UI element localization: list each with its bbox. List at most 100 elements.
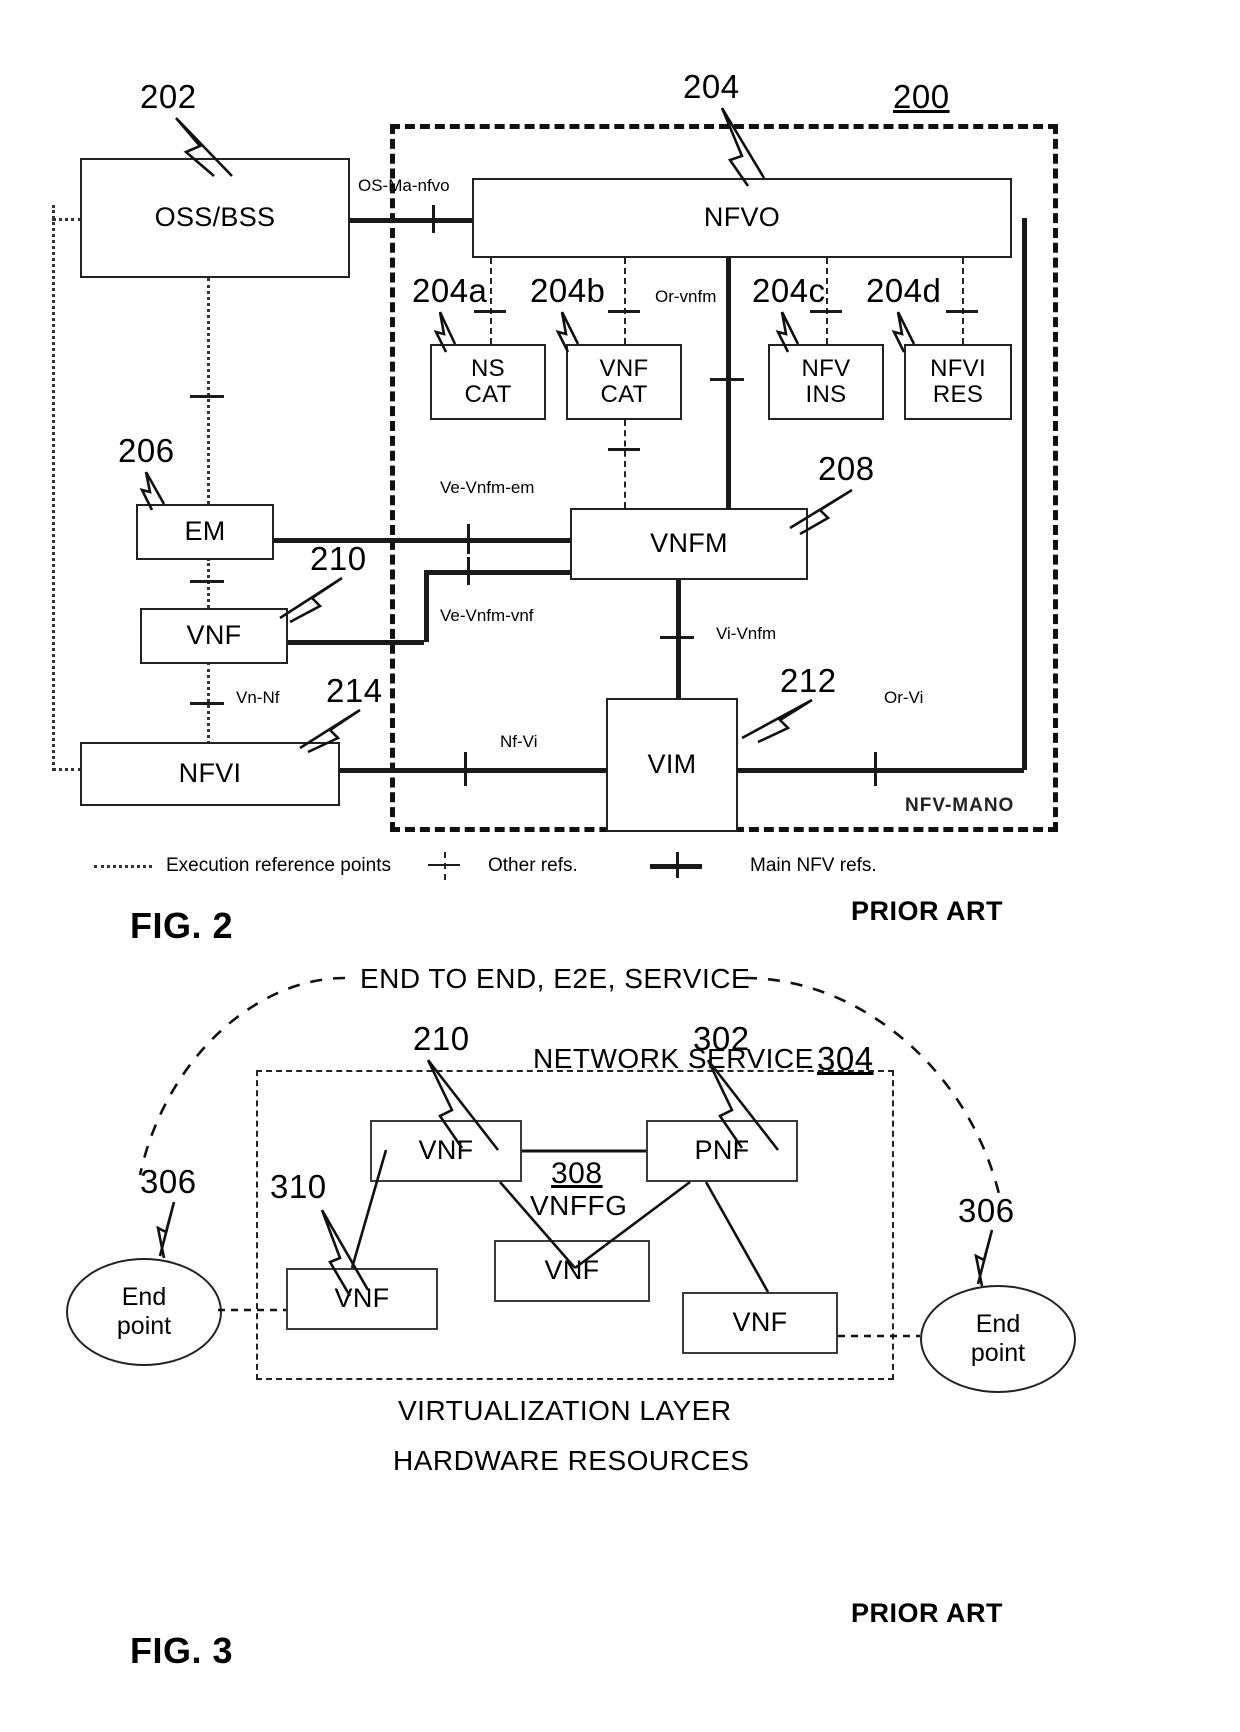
legend-label-other: Other refs. [488,855,578,876]
endpoint-right-line1: End [975,1310,1021,1339]
numeral-204b: 204b [530,272,606,309]
tick-nfvi-res [946,310,978,313]
label-vn-nf: Vn-Nf [236,688,280,707]
numeral-212: 212 [780,662,837,699]
line-or-vi-v [1022,218,1027,770]
tick-vnf-cat-vnfm [608,448,640,451]
line-exec-to-nfvi [52,768,82,771]
box-vnf-mid[interactable]: VNF [494,1240,650,1302]
tick-nf-vi [464,752,467,786]
figure-2-caption: FIG. 2 [130,905,234,946]
leader-306-left [156,1201,176,1259]
box-nfvi-label: NFVI [178,758,242,789]
legend-label-execution: Execution reference points [166,855,391,876]
numeral-310: 310 [270,1168,327,1205]
system-numeral-200: 200 [893,78,950,115]
numeral-204c: 204c [752,272,826,309]
box-em[interactable]: EM [136,504,274,560]
box-vnf-top[interactable]: VNF [370,1120,522,1182]
line-os-ma-nfvo [348,218,478,223]
hardware-resources-label: HARDWARE RESOURCES [393,1445,750,1476]
figure-2-prior-art: PRIOR ART [851,896,1003,926]
legend-swatch-other-v [444,852,446,880]
legend-swatch-execution [94,865,152,868]
line-nfvo-to-nfv-ins [826,258,828,344]
vnffg-label: VNFFG [530,1190,628,1221]
box-oss-bss[interactable]: OSS/BSS [80,158,350,278]
box-vnfm[interactable]: VNFM [570,508,808,580]
label-or-vi: Or-Vi [884,688,924,707]
line-exec-left-bus [52,205,55,765]
line-ve-vnfm-vnf-h [286,640,424,645]
numeral-202: 202 [140,78,197,115]
box-vnf-mid-label: VNF [544,1255,600,1286]
box-vnf-bottom-right-label: VNF [732,1307,788,1338]
line-vi-vnfm [676,578,681,700]
box-ns-catalogue[interactable]: NS CAT [430,344,546,420]
endpoint-left-line1: End [121,1283,167,1312]
box-vnf-catalogue[interactable]: VNF CAT [566,344,682,420]
endpoint-right-line2: point [970,1339,1026,1367]
box-nfvi-resources-line2: RES [932,381,984,408]
numeral-214: 214 [326,672,383,709]
numeral-204: 204 [683,68,740,105]
numeral-204d: 204d [866,272,942,309]
legend-label-main: Main NFV refs. [750,855,877,876]
box-vnf-bottom-left[interactable]: VNF [286,1268,438,1330]
line-nf-vi [338,768,608,773]
box-vnfm-label: VNFM [650,528,728,559]
line-ossbss-to-em [207,278,210,504]
numeral-206: 206 [118,432,175,469]
box-vnf-top-label: VNF [418,1135,474,1166]
box-vim[interactable]: VIM [606,698,738,832]
tick-nfv-ins [810,310,842,313]
nfv-mano-label: NFV-MANO [905,795,1015,816]
box-vnf-bottom-left-label: VNF [334,1283,390,1314]
box-vim-label: VIM [647,749,697,780]
numeral-210-fig3: 210 [413,1020,470,1057]
tick-os-ma-nfvo [432,205,435,233]
box-vnf-label: VNF [186,620,242,651]
label-vi-vnfm: Vi-Vnfm [716,624,777,643]
box-pnf[interactable]: PNF [646,1120,798,1182]
tick-ns-cat [474,310,506,313]
box-vnf-catalogue-line2: CAT [600,381,648,408]
endpoint-right[interactable]: End point [920,1285,1076,1393]
box-vnf[interactable]: VNF [140,608,288,664]
box-nfv-instances[interactable]: NFV INS [768,344,884,420]
box-nfvo-label: NFVO [703,202,781,233]
label-nf-vi: Nf-Vi [500,732,538,751]
tick-or-vnfm [710,378,744,381]
numeral-210: 210 [310,540,367,577]
box-nfvi-resources-line1: NFVI [930,354,986,382]
box-em-label: EM [184,516,226,547]
label-ve-vnfm-em: Ve-Vnfm-em [440,478,535,497]
box-vnf-bottom-right[interactable]: VNF [682,1292,838,1354]
numeral-306-right: 306 [958,1192,1015,1229]
box-nfv-instances-line2: INS [805,381,847,408]
line-vnf-cat-to-vnfm [624,420,626,508]
tick-ossbss-em [190,395,224,398]
endpoint-left[interactable]: End point [66,1258,222,1366]
leader-210 [279,576,343,624]
line-nfvo-to-ns-cat [490,258,492,344]
vnffg-numeral: 308 [551,1157,603,1190]
legend-swatch-main-tick [676,852,679,878]
tick-em-vnf [190,580,224,583]
box-nfvi-resources[interactable]: NFVI RES [904,344,1012,420]
e2e-service-title: END TO END, E2E, SERVICE [360,963,751,994]
virtualization-layer-label: VIRTUALIZATION LAYER [398,1395,732,1426]
box-nfvi[interactable]: NFVI [80,742,340,806]
box-oss-bss-label: OSS/BSS [154,202,276,233]
box-ns-catalogue-line1: NS [471,354,505,382]
box-nfvo[interactable]: NFVO [472,178,1012,258]
leader-306-right [974,1229,994,1287]
numeral-204a: 204a [412,272,488,309]
box-pnf-label: PNF [694,1135,750,1166]
line-ve-vnfm-vnf-h2 [424,570,572,575]
label-or-vnfm: Or-vnfm [655,287,717,306]
tick-vnf-cat [608,310,640,313]
line-ve-vnfm-vnf-v [424,570,429,642]
tick-or-vi [874,752,877,786]
line-em-to-vnf [207,558,210,608]
